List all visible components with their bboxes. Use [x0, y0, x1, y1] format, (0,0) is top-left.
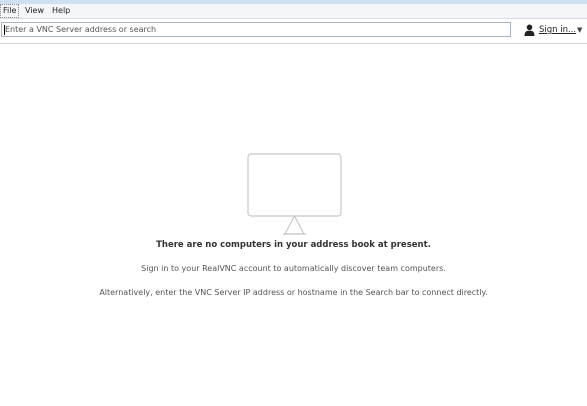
text-cursor [4, 25, 5, 35]
caret-down-icon[interactable]: ▼ [577, 22, 582, 38]
sign-in-button[interactable]: Sign in... ▼ [522, 22, 586, 38]
user-icon [524, 24, 535, 36]
search-input[interactable] [1, 22, 511, 37]
monitor-icon [247, 153, 342, 235]
toolbar: Sign in... ▼ [0, 19, 587, 44]
empty-state-search-hint: Alternatively, enter the VNC Server IP a… [99, 288, 488, 297]
menu-file[interactable]: File [0, 4, 20, 18]
empty-state-title: There are no computers in your address b… [156, 240, 431, 250]
empty-state-signin-hint: Sign in to your RealVNC account to autom… [141, 264, 446, 273]
sign-in-label: Sign in... [539, 25, 577, 35]
menu-bar: File View Help [0, 4, 587, 19]
menu-help[interactable]: Help [50, 4, 72, 18]
menu-view[interactable]: View [23, 4, 46, 18]
